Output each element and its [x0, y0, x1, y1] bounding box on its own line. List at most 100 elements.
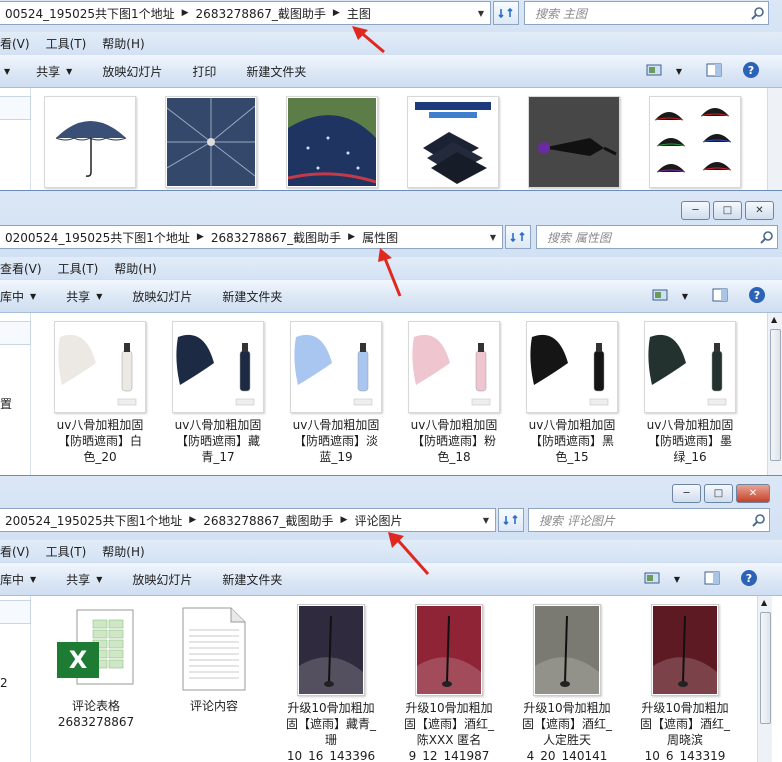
refresh-button[interactable] — [505, 225, 531, 249]
address-dropdown-icon[interactable]: ▼ — [479, 509, 493, 531]
navigation-pane[interactable] — [0, 88, 31, 190]
breadcrumb-separator-icon[interactable]: ▶ — [180, 8, 191, 18]
breadcrumb-separator-icon[interactable]: ▶ — [346, 232, 357, 242]
maximize-button[interactable]: □ — [713, 201, 742, 220]
scroll-up-icon[interactable]: ▲ — [761, 598, 767, 607]
close-button[interactable]: ✕ — [745, 201, 774, 220]
nav-label[interactable]: 2 — [0, 676, 8, 690]
address-dropdown-icon[interactable]: ▼ — [474, 2, 488, 24]
search-icon[interactable] — [757, 230, 777, 244]
scroll-up-icon[interactable]: ▲ — [771, 315, 777, 324]
view-dropdown-icon[interactable]: ▼ — [682, 292, 688, 301]
vertical-scrollbar[interactable]: ▲ — [767, 313, 782, 476]
search-input[interactable]: 搜索 主图 — [525, 5, 748, 22]
file-item[interactable] — [639, 96, 751, 188]
organize-dropdown-icon[interactable]: ▼ — [4, 67, 10, 76]
address-dropdown-icon[interactable]: ▼ — [486, 226, 500, 248]
help-icon[interactable]: ? — [740, 569, 758, 590]
file-item[interactable]: 升级10骨加粗加 固【遮雨】藏青_ 珊 10_16_143396 — [275, 604, 387, 762]
nav-item[interactable] — [0, 96, 31, 120]
file-item[interactable] — [34, 96, 146, 188]
minimize-button[interactable]: ─ — [681, 201, 710, 220]
file-item[interactable] — [397, 96, 509, 188]
navigation-pane[interactable]: 置 — [0, 313, 31, 476]
file-item[interactable]: 升级10骨加粗加 固【遮雨】酒红_ 人定胜天 4_20_140141 — [511, 604, 623, 762]
share-button[interactable]: 共享 ▼ — [66, 571, 102, 588]
file-item[interactable]: 评论内容 — [158, 604, 270, 714]
refresh-button[interactable] — [493, 1, 519, 25]
help-icon[interactable]: ? — [742, 61, 760, 82]
print-button[interactable]: 打印 — [192, 63, 216, 80]
vertical-scrollbar[interactable]: ▲ — [757, 596, 772, 762]
scrollbar-thumb[interactable] — [760, 612, 771, 724]
share-button[interactable]: 共享 ▼ — [36, 63, 72, 80]
breadcrumb-current[interactable]: 评论图片 — [349, 512, 407, 529]
breadcrumb-root[interactable]: 00524_195025共下图1个地址 — [0, 5, 180, 22]
menu-view[interactable]: 看(V) — [0, 543, 30, 560]
file-item[interactable] — [276, 96, 388, 188]
preview-pane-icon[interactable] — [706, 63, 722, 80]
menu-help[interactable]: 帮助(H) — [102, 543, 144, 560]
file-item[interactable]: uv八骨加粗加固 【防晒遮雨】墨 绿_16 — [634, 321, 746, 465]
vertical-scrollbar[interactable] — [767, 88, 782, 190]
help-icon[interactable]: ? — [748, 286, 766, 307]
include-in-library-button[interactable]: 库中 ▼ — [0, 288, 36, 305]
nav-item[interactable] — [0, 600, 31, 624]
view-options-icon[interactable] — [646, 64, 662, 79]
menu-tools[interactable]: 工具(T) — [46, 35, 87, 52]
search-input[interactable]: 搜索 属性图 — [537, 229, 757, 246]
scrollbar-thumb[interactable] — [770, 329, 781, 461]
navigation-pane[interactable]: 2 — [0, 596, 31, 762]
breadcrumb-separator-icon[interactable]: ▶ — [331, 8, 342, 18]
breadcrumb-folder[interactable]: 2683278867_截图助手 — [206, 229, 346, 246]
share-button[interactable]: 共享 ▼ — [66, 288, 102, 305]
minimize-button[interactable]: ─ — [672, 484, 701, 503]
breadcrumb-root[interactable]: 0200524_195025共下图1个地址 — [0, 229, 195, 246]
slideshow-button[interactable]: 放映幻灯片 — [102, 63, 162, 80]
new-folder-button[interactable]: 新建文件夹 — [246, 63, 306, 80]
close-button[interactable]: ✕ — [736, 484, 770, 503]
preview-pane-icon[interactable] — [704, 571, 720, 588]
address-bar[interactable]: 00524_195025共下图1个地址 ▶ 2683278867_截图助手 ▶ … — [0, 1, 491, 25]
file-item[interactable]: uv八骨加粗加固 【防晒遮雨】白 色_20 — [44, 321, 156, 465]
breadcrumb-separator-icon[interactable]: ▶ — [187, 515, 198, 525]
file-item[interactable]: 升级10骨加粗加 固【遮雨】酒红_ 陈XXX 匿名 9_12_141987 — [393, 604, 505, 762]
file-item[interactable]: uv八骨加粗加固 【防晒遮雨】粉 色_18 — [398, 321, 510, 465]
file-item[interactable] — [155, 96, 267, 188]
preview-pane-icon[interactable] — [712, 288, 728, 305]
breadcrumb-separator-icon[interactable]: ▶ — [339, 515, 350, 525]
view-options-icon[interactable] — [644, 572, 660, 587]
file-item[interactable]: uv八骨加粗加固 【防晒遮雨】黑 色_15 — [516, 321, 628, 465]
file-item[interactable]: uv八骨加粗加固 【防晒遮雨】淡 蓝_19 — [280, 321, 392, 465]
breadcrumb-root[interactable]: 200524_195025共下图1个地址 — [0, 512, 187, 529]
address-bar[interactable]: 0200524_195025共下图1个地址 ▶ 2683278867_截图助手 … — [0, 225, 503, 249]
new-folder-button[interactable]: 新建文件夹 — [222, 571, 282, 588]
new-folder-button[interactable]: 新建文件夹 — [222, 288, 282, 305]
file-item[interactable]: X 评论表格 2683278867 — [40, 604, 152, 730]
include-in-library-button[interactable]: 库中 ▼ — [0, 571, 36, 588]
search-input[interactable]: 搜索 评论图片 — [529, 512, 749, 529]
search-box[interactable]: 搜索 属性图 — [536, 225, 778, 249]
view-dropdown-icon[interactable]: ▼ — [674, 575, 680, 584]
address-bar[interactable]: 200524_195025共下图1个地址 ▶ 2683278867_截图助手 ▶… — [0, 508, 496, 532]
nav-label[interactable]: 置 — [0, 395, 12, 412]
search-icon[interactable] — [749, 513, 769, 527]
breadcrumb-current[interactable]: 属性图 — [357, 229, 403, 246]
file-item[interactable] — [518, 96, 630, 188]
file-item[interactable]: 升级10骨加粗加 固【遮雨】酒红_ 周晓滨 10_6_143319 — [629, 604, 741, 762]
slideshow-button[interactable]: 放映幻灯片 — [132, 288, 192, 305]
search-icon[interactable] — [748, 6, 768, 20]
menu-view[interactable]: 查看(V) — [0, 260, 42, 277]
view-dropdown-icon[interactable]: ▼ — [676, 67, 682, 76]
view-options-icon[interactable] — [652, 289, 668, 304]
menu-tools[interactable]: 工具(T) — [46, 543, 87, 560]
breadcrumb-folder[interactable]: 2683278867_截图助手 — [191, 5, 331, 22]
breadcrumb-folder[interactable]: 2683278867_截图助手 — [198, 512, 338, 529]
search-box[interactable]: 搜索 评论图片 — [528, 508, 770, 532]
refresh-button[interactable] — [498, 508, 524, 532]
menu-help[interactable]: 帮助(H) — [114, 260, 156, 277]
breadcrumb-current[interactable]: 主图 — [342, 5, 376, 22]
menu-tools[interactable]: 工具(T) — [58, 260, 99, 277]
breadcrumb-separator-icon[interactable]: ▶ — [195, 232, 206, 242]
menu-view[interactable]: 看(V) — [0, 35, 30, 52]
